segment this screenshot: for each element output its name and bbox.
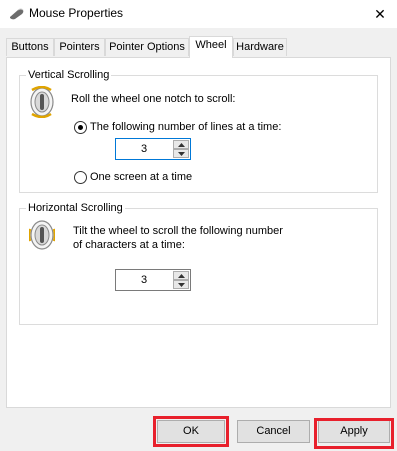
lines-radio[interactable] <box>74 121 87 134</box>
close-button[interactable]: ✕ <box>363 0 397 28</box>
lines-value[interactable]: 3 <box>116 139 172 159</box>
horizontal-scrolling-label: Horizontal Scrolling <box>26 201 125 215</box>
mouse-wheel-icon <box>30 86 54 118</box>
characters-spinner[interactable]: 3 <box>115 269 191 291</box>
tab-wheel[interactable]: Wheel <box>189 36 233 58</box>
one-screen-radio[interactable] <box>74 171 87 184</box>
lines-increase-button[interactable] <box>173 140 189 149</box>
tab-hardware[interactable]: Hardware <box>233 38 287 56</box>
lines-spinner[interactable]: 3 <box>115 138 191 160</box>
apply-button[interactable]: Apply <box>318 420 390 443</box>
arrow-down-icon <box>177 151 185 156</box>
arrow-up-icon <box>177 273 185 278</box>
vertical-scrolling-group: Vertical Scrolling Roll the wheel one no… <box>19 68 378 193</box>
tab-pointers[interactable]: Pointers <box>54 38 105 56</box>
tab-pointer-options[interactable]: Pointer Options <box>105 38 189 56</box>
arrow-up-icon <box>177 142 185 147</box>
arrow-down-icon <box>177 282 185 287</box>
mouse-wheel-icon <box>29 220 55 250</box>
characters-decrease-button[interactable] <box>173 280 189 289</box>
cancel-button[interactable]: Cancel <box>237 420 310 443</box>
tab-buttons[interactable]: Buttons <box>6 38 54 56</box>
horizontal-description-line2: of characters at a time: <box>73 239 185 251</box>
vertical-description: Roll the wheel one notch to scroll: <box>71 93 236 105</box>
window-title: Mouse Properties <box>29 6 124 20</box>
horizontal-description-line1: Tilt the wheel to scroll the following n… <box>73 225 283 237</box>
close-icon: ✕ <box>374 5 386 22</box>
vertical-scrolling-label: Vertical Scrolling <box>26 68 112 82</box>
mouse-icon <box>10 8 24 20</box>
horizontal-scrolling-group: Horizontal Scrolling Tilt the wheel to s… <box>19 201 378 325</box>
lines-radio-label[interactable]: The following number of lines at a time: <box>90 121 281 134</box>
title-bar: Mouse Properties ✕ <box>0 0 397 28</box>
wheel-tab-panel: Vertical Scrolling Roll the wheel one no… <box>6 57 391 408</box>
ok-button[interactable]: OK <box>157 420 225 443</box>
characters-value[interactable]: 3 <box>116 270 172 290</box>
lines-decrease-button[interactable] <box>173 149 189 158</box>
one-screen-radio-label[interactable]: One screen at a time <box>90 171 192 184</box>
characters-increase-button[interactable] <box>173 271 189 280</box>
